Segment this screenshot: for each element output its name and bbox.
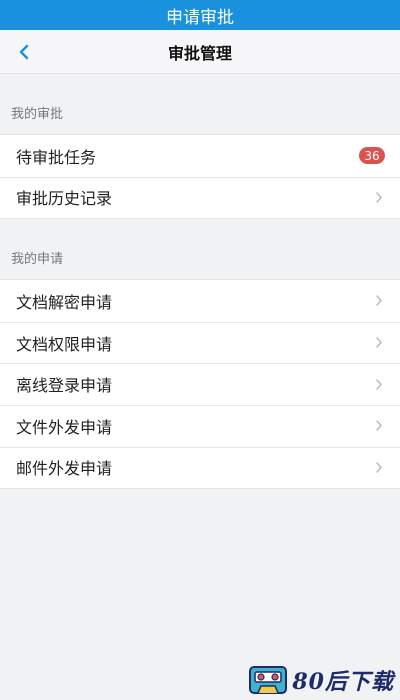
app-title: 申请审批: [166, 7, 234, 28]
list-item-label: 文件外发申请: [16, 417, 113, 437]
navbar: 审批管理: [0, 30, 400, 74]
list-item-doc-decrypt-request[interactable]: 文档解密申请: [0, 280, 400, 322]
list-item-doc-permission-request[interactable]: 文档权限申请: [0, 321, 400, 364]
request-list: 文档解密申请 文档权限申请 离线登录申请 文件外发申请 邮件外发申请: [0, 279, 400, 490]
section-header-my-requests: 我的申请: [0, 219, 400, 279]
chevron-right-icon: [374, 377, 384, 391]
list-item-offline-login-request[interactable]: 离线登录申请: [0, 363, 400, 405]
chevron-right-icon: [374, 190, 384, 204]
chevron-right-icon: [374, 294, 384, 308]
back-button[interactable]: [6, 30, 42, 74]
list-item-label: 文档解密申请: [16, 292, 113, 312]
chevron-right-icon: [374, 460, 384, 474]
section-header-label: 我的申请: [11, 252, 64, 268]
list-item-label: 离线登录申请: [16, 376, 113, 396]
page-title: 审批管理: [167, 43, 232, 63]
watermark-logo: 80后下载: [248, 664, 394, 696]
list-item-label: 邮件外发申请: [16, 459, 113, 479]
watermark-text: 80后下载: [292, 669, 394, 695]
list-item-mail-outbound-request[interactable]: 邮件外发申请: [0, 446, 400, 489]
list-item-pending-tasks[interactable]: 待审批任务 36: [0, 135, 400, 177]
list-item-label: 文档权限申请: [16, 334, 113, 354]
app-titlebar: 申请审批: [0, 0, 400, 30]
list-item-label: 审批历史记录: [16, 189, 113, 209]
section-header-label: 我的审批: [11, 107, 64, 122]
chevron-right-icon: [374, 419, 384, 433]
chevron-left-icon: [19, 44, 29, 60]
chevron-right-icon: [374, 336, 384, 350]
list-item-approval-history[interactable]: 审批历史记录: [0, 176, 400, 219]
section-header-my-approvals: 我的审批: [0, 74, 400, 134]
approval-list: 待审批任务 36 审批历史记录: [0, 134, 400, 220]
list-item-label: 待审批任务: [16, 147, 97, 167]
list-item-file-outbound-request[interactable]: 文件外发申请: [0, 404, 400, 447]
count-badge: 36: [359, 147, 385, 165]
cassette-icon: [249, 666, 288, 694]
